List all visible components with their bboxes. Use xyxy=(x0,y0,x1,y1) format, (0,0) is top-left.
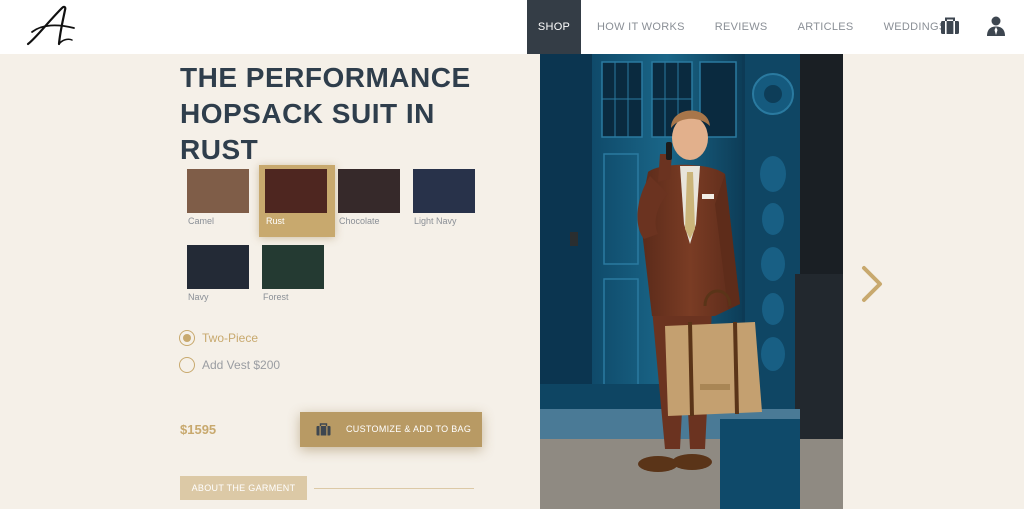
option-two-piece[interactable]: Two-Piece xyxy=(179,329,258,347)
option-label: Two-Piece xyxy=(202,331,259,345)
bag-icon[interactable] xyxy=(939,15,961,37)
swatch-rust[interactable]: Rust xyxy=(259,165,335,237)
chevron-right-icon[interactable] xyxy=(858,265,886,303)
brand-logo[interactable] xyxy=(22,4,84,48)
swatch-chip xyxy=(265,169,327,213)
swatch-chip xyxy=(187,245,249,289)
bag-icon xyxy=(316,423,331,436)
product-title-line2: HOPSACK SUIT IN RUST xyxy=(180,98,435,165)
main-nav: SHOP HOW IT WORKS REVIEWS ARTICLES WEDDI… xyxy=(527,0,960,54)
account-icon[interactable] xyxy=(985,15,1007,37)
radio-button[interactable] xyxy=(179,357,195,373)
site-header: SHOP HOW IT WORKS REVIEWS ARTICLES WEDDI… xyxy=(0,0,1024,54)
swatch-camel[interactable]: Camel xyxy=(181,165,257,237)
swatch-chip xyxy=(413,169,475,213)
tab-divider xyxy=(314,488,474,489)
swatch-navy[interactable]: Navy xyxy=(181,241,257,313)
nav-how-it-works[interactable]: HOW IT WORKS xyxy=(583,0,699,54)
add-to-bag-label: CUSTOMIZE & ADD TO BAG xyxy=(346,424,472,434)
swatch-label: Navy xyxy=(188,292,209,302)
swatch-chip xyxy=(187,169,249,213)
nav-articles[interactable]: ARTICLES xyxy=(784,0,868,54)
swatch-chip xyxy=(262,245,324,289)
swatch-label: Chocolate xyxy=(339,216,380,226)
product-photo xyxy=(540,54,843,509)
product-price: $1595 xyxy=(180,422,217,437)
swatch-light-navy[interactable]: Light Navy xyxy=(407,165,483,237)
swatch-chocolate[interactable]: Chocolate xyxy=(332,165,408,237)
radio-button[interactable] xyxy=(179,330,195,346)
swatch-label: Camel xyxy=(188,216,215,226)
product-title-line1: THE PERFORMANCE xyxy=(180,62,471,93)
swatch-label: Forest xyxy=(263,292,289,302)
tab-about-the-garment[interactable]: ABOUT THE GARMENT xyxy=(180,476,307,500)
swatch-forest[interactable]: Forest xyxy=(256,241,332,313)
swatch-chip xyxy=(338,169,400,213)
swatch-label: Rust xyxy=(266,216,285,226)
option-label: Add Vest $200 xyxy=(202,358,281,372)
option-add-vest[interactable]: Add Vest $200 xyxy=(179,356,280,374)
swatch-label: Light Navy xyxy=(414,216,457,226)
customize-add-to-bag-button[interactable]: CUSTOMIZE & ADD TO BAG xyxy=(300,412,482,447)
nav-shop[interactable]: SHOP xyxy=(527,0,581,54)
nav-reviews[interactable]: REVIEWS xyxy=(701,0,782,54)
product-title: THE PERFORMANCE HOPSACK SUIT IN RUST xyxy=(180,60,520,168)
